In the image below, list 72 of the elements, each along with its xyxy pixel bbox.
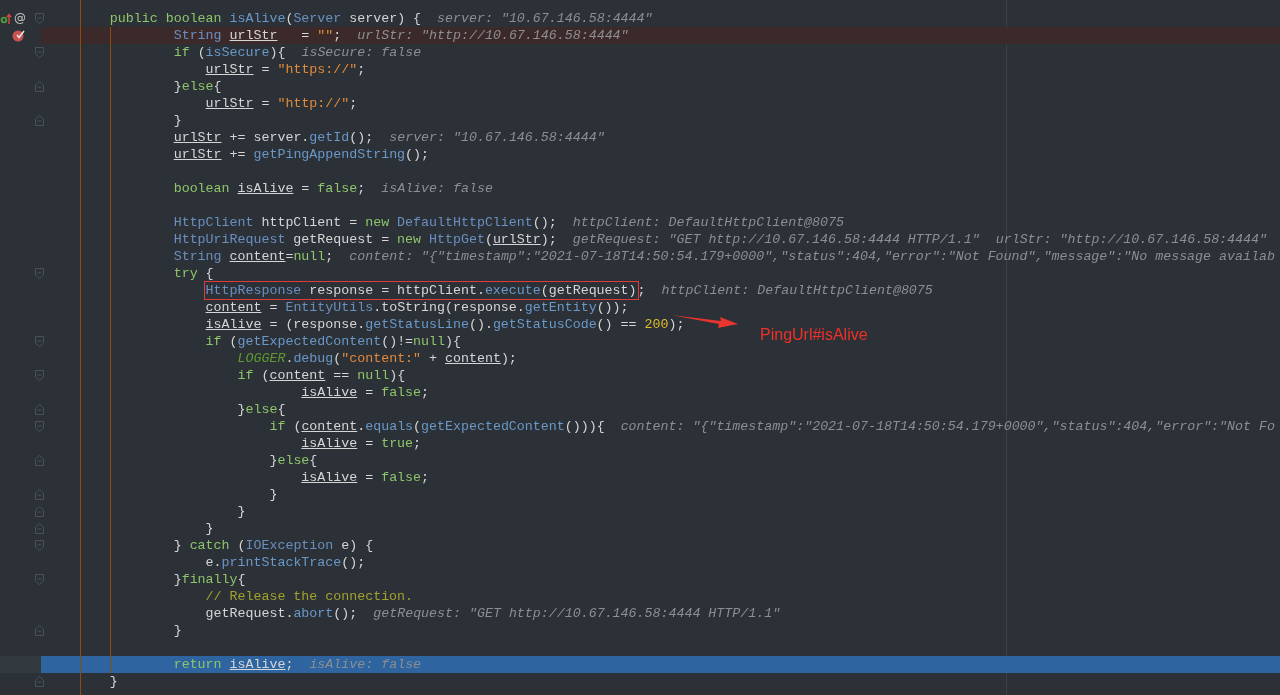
fold-icon[interactable] (35, 370, 44, 381)
debug-value: content: "{"timestamp":"2021-07-18T14:50:54.179+0000","status":404,"error":"Not Fo (620, 418, 1275, 435)
breakpoint-icon[interactable] (12, 29, 25, 42)
code-line: isAlive = false; (301, 469, 430, 486)
fold-icon[interactable] (35, 81, 44, 92)
fold-icon[interactable] (35, 268, 44, 279)
annotation-marker[interactable]: @ (14, 10, 26, 27)
annotation-label: PingUrl#isAlive (760, 326, 868, 344)
fold-icon[interactable] (35, 404, 44, 415)
code-line: if (getExpectedContent()!=null){ (205, 333, 461, 350)
fold-icon[interactable] (35, 574, 44, 585)
code-line: urlStr += getPingAppendString(); (173, 146, 430, 163)
fold-icon[interactable] (35, 540, 44, 551)
code-line: String urlStr = ""; (173, 27, 342, 44)
fold-icon[interactable] (35, 523, 44, 534)
code-line: } (269, 486, 278, 503)
debug-value: isAlive: false (309, 656, 422, 673)
code-line: content = EntityUtils.toString(response.getEntity()); (205, 299, 629, 316)
fold-icon[interactable] (35, 47, 44, 58)
debug-value: content: "{"timestamp":"2021-07-18T14:50:54.179+0000","status":404,"error":"Not Found","message":"No message availab (349, 248, 1275, 265)
fold-icon[interactable] (35, 506, 44, 517)
boxed-code: HttpResponse response = httpClient.execute(getRequest) (204, 282, 638, 299)
code-line: boolean isAlive = false; (173, 180, 366, 197)
fold-icon[interactable] (35, 625, 44, 636)
debug-value: isSecure: false (301, 44, 422, 61)
debug-value: urlStr: "http://10.67.146.58:4444" (995, 231, 1267, 248)
code-line: }finally{ (173, 571, 246, 588)
debug-value: getRequest: "GET http://10.67.146.58:4444 HTTP/1.1" (572, 231, 980, 248)
code-line: try { (173, 265, 214, 282)
code-line: } (237, 503, 246, 520)
code-line: urlStr += server.getId(); (173, 129, 374, 146)
code-line: } (173, 622, 182, 639)
fold-icon[interactable] (35, 13, 44, 24)
debug-value: isAlive: false (381, 180, 493, 197)
code-line: getRequest.abort(); (205, 605, 358, 622)
code-line: if (content.equals(getExpectedContent())){ (269, 418, 605, 435)
code-line: } catch (IOException e) { (173, 537, 374, 554)
code-line: }else{ (173, 78, 222, 95)
code-line: }else{ (237, 401, 286, 418)
code-line: // Release the connection. (205, 588, 414, 605)
code-line: if (content == null){ (237, 367, 406, 384)
fold-icon[interactable] (35, 489, 44, 500)
code-line: String content=null; (173, 248, 334, 265)
code-line: isAlive = false; (301, 384, 430, 401)
override-icon[interactable] (0, 12, 12, 25)
code-line: urlStr = "https://"; (205, 61, 366, 78)
code-line: HttpUriRequest getRequest = new HttpGet(urlStr); (173, 231, 557, 248)
fold-icon[interactable] (35, 455, 44, 466)
code-line: } (109, 673, 118, 690)
fold-icon[interactable] (35, 421, 44, 432)
debug-value: server: "10.67.146.58:4444" (389, 129, 605, 146)
fold-icon[interactable] (35, 115, 44, 126)
debug-value: urlStr: "http://10.67.146.58:4444" (357, 27, 629, 44)
code-line: isAlive = (response.getStatusLine().getStatusCode() == 200); (205, 316, 685, 333)
debug-value: server: "10.67.146.58:4444" (437, 10, 653, 27)
debug-value: getRequest: "GET http://10.67.146.58:4444 HTTP/1.1" (373, 605, 781, 622)
code-line: }else{ (269, 452, 318, 469)
code-line: HttpClient httpClient = new DefaultHttpClient(); (173, 214, 557, 231)
debug-value: httpClient: DefaultHttpClient@8075 (572, 214, 845, 231)
code-line: if (isSecure){ (173, 44, 286, 61)
debug-value: httpClient: DefaultHttpClient@8075 (661, 282, 933, 299)
code-line: urlStr = "http://"; (205, 95, 358, 112)
code-line: public boolean isAlive(Server server) { (109, 10, 422, 27)
code-line: e.printStackTrace(); (205, 554, 366, 571)
code-punctuation: ; (637, 282, 646, 299)
code-line: isAlive = true; (301, 435, 422, 452)
fold-icon[interactable] (35, 336, 44, 347)
fold-icon[interactable] (35, 676, 44, 687)
code-line: } (173, 112, 182, 129)
code-line: LOGGER.debug("content:" + content); (237, 350, 517, 367)
code-line: } (205, 520, 214, 537)
code-line: return isAlive; (173, 656, 294, 673)
